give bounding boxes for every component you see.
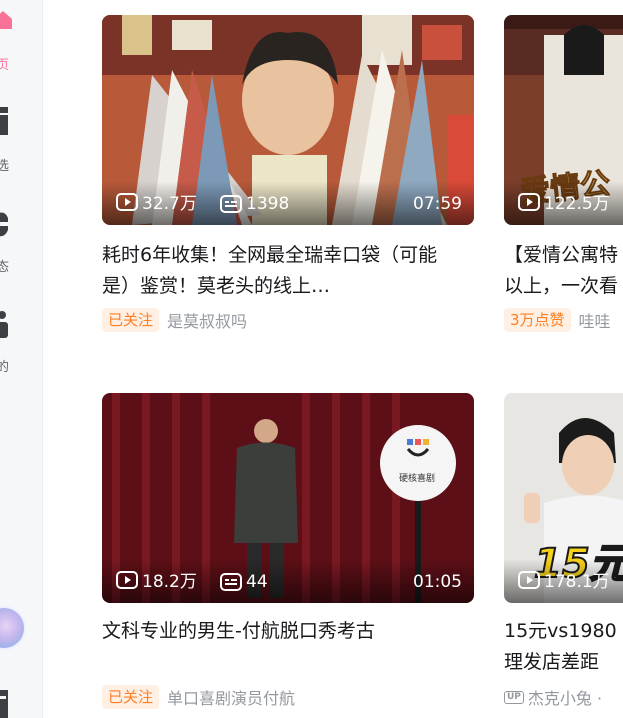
video-meta: 已关注 是莫叔叔吗	[102, 308, 247, 332]
left-sidebar: 页 选 态 的	[0, 0, 43, 718]
video-card[interactable]: 硬核喜剧 18.2万 44 01:05 文科专业的男生-付航脱口秀考古 已关注 …	[102, 393, 474, 718]
play-icon	[116, 570, 138, 589]
sidebar-item-label: 选	[0, 159, 10, 174]
views-stat: 18.2万	[116, 567, 197, 592]
danmaku-icon	[220, 195, 242, 213]
up-icon: UP	[504, 690, 524, 704]
video-thumbnail[interactable]: 32.7万 1398 07:59	[102, 15, 474, 225]
sidebar-item-label: 态	[0, 260, 10, 275]
comments-count: 44	[246, 572, 268, 592]
likes-badge: 3万点赞	[504, 308, 571, 332]
video-title[interactable]: 15元vs1980理发店差距	[504, 616, 623, 678]
sign-text: 硬核喜剧	[399, 474, 436, 484]
video-duration: 07:59	[413, 194, 462, 214]
video-title[interactable]: 耗时6年收集！全网最全瑞幸口袋（可能是）鉴赏！莫老头的线上…	[102, 240, 447, 302]
sign-logo-icon	[406, 439, 430, 457]
views-count: 18.2万	[142, 572, 197, 592]
author-name[interactable]: 哇哇	[579, 308, 611, 332]
followed-badge: 已关注	[102, 685, 160, 709]
sidebar-item-featured[interactable]: 选	[0, 105, 42, 175]
featured-icon	[0, 107, 8, 135]
home-icon	[0, 11, 12, 29]
video-duration: 01:05	[413, 572, 462, 592]
views-stat: 178.1万	[518, 567, 610, 592]
sidebar-item-dynamics[interactable]: 态	[0, 210, 42, 280]
video-title[interactable]: 【爱情公寓特以上，一次看	[504, 240, 623, 302]
views-stat: 122.5万	[518, 189, 610, 214]
video-meta: 已关注 单口喜剧演员付航	[102, 685, 295, 709]
author-name[interactable]: 杰克小兔 ·	[528, 685, 602, 709]
author-name[interactable]: 是莫叔叔吗	[167, 308, 247, 332]
more-icon[interactable]	[0, 690, 12, 718]
video-meta: 3万点赞 哇哇	[504, 308, 611, 332]
author-name[interactable]: 单口喜剧演员付航	[167, 685, 295, 709]
sidebar-item-label: 页	[0, 58, 10, 73]
danmaku-icon	[220, 573, 242, 591]
views-count: 122.5万	[544, 194, 610, 214]
comments-count: 1398	[246, 194, 290, 214]
video-thumbnail[interactable]: 15元 178.1万	[504, 393, 623, 603]
views-count: 32.7万	[142, 194, 197, 214]
sidebar-item-label: 的	[0, 360, 10, 375]
play-icon	[116, 192, 138, 211]
video-card[interactable]: 爱情公 122.5万 【爱情公寓特以上，一次看 3万点赞 哇哇	[504, 15, 623, 335]
video-thumbnail[interactable]: 爱情公 122.5万	[504, 15, 623, 225]
video-meta: UP 杰克小兔 ·	[504, 685, 602, 709]
views-count: 178.1万	[544, 572, 610, 592]
mine-icon	[0, 311, 8, 338]
sidebar-item-home[interactable]: 页	[0, 8, 42, 73]
avatar[interactable]	[0, 606, 26, 650]
comments-stat: 1398	[220, 194, 289, 214]
dynamics-icon	[0, 212, 8, 237]
video-thumbnail[interactable]: 硬核喜剧 18.2万 44 01:05	[102, 393, 474, 603]
views-stat: 32.7万	[116, 189, 197, 214]
comments-stat: 44	[220, 572, 268, 592]
followed-badge: 已关注	[102, 308, 160, 332]
video-card[interactable]: 15元 178.1万 15元vs1980理发店差距 UP 杰克小兔 ·	[504, 393, 623, 718]
play-icon	[518, 192, 540, 211]
video-title[interactable]: 文科专业的男生-付航脱口秀考古	[102, 616, 474, 647]
play-icon	[518, 570, 540, 589]
video-card[interactable]: 32.7万 1398 07:59 耗时6年收集！全网最全瑞幸口袋（可能是）鉴赏！…	[102, 15, 474, 335]
sidebar-item-mine[interactable]: 的	[0, 310, 42, 380]
